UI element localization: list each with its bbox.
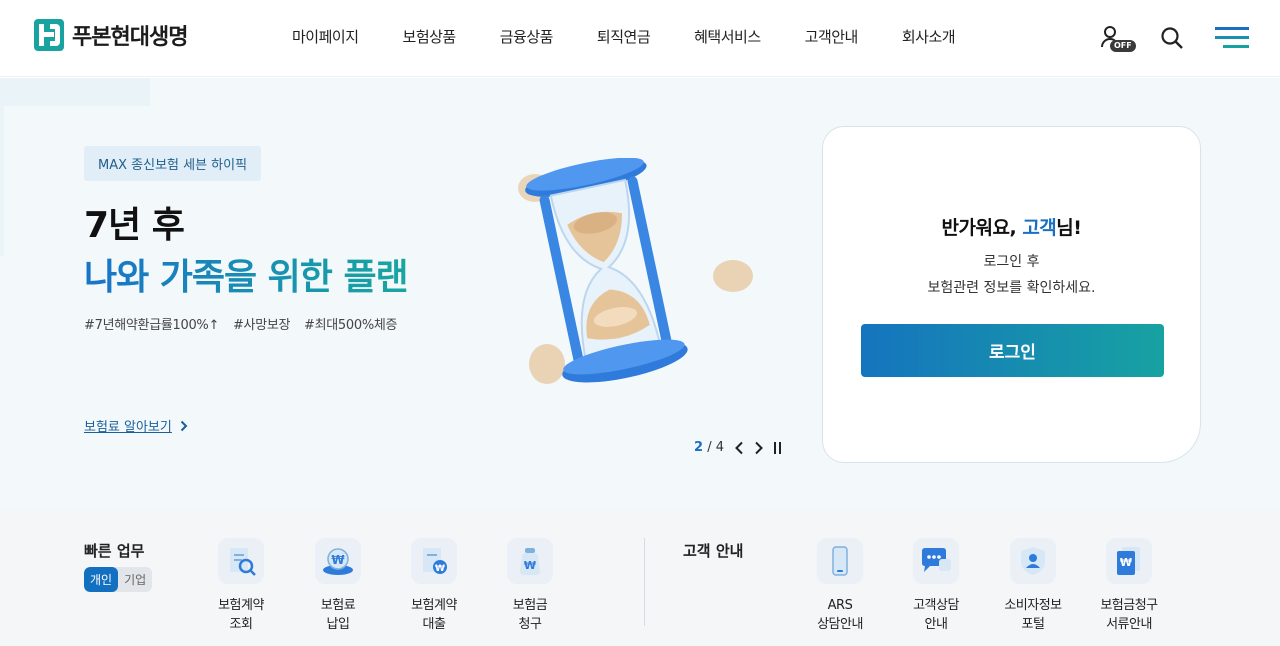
- hero-title-line2: 나와 가족을 위한 플랜: [84, 248, 409, 300]
- nav-insurance[interactable]: 보험상품: [381, 26, 478, 47]
- logo-icon: [34, 19, 64, 51]
- chevron-right-icon: [755, 441, 763, 454]
- user-button[interactable]: OFF: [1092, 20, 1136, 56]
- hashtag-list: #7년해약환급률100%↑ #사망보장 #최대500%체증: [84, 314, 407, 333]
- quick-item-label: 고객상담 안내: [913, 598, 959, 632]
- slide-pager: 2 / 4: [694, 440, 782, 455]
- toggle-personal[interactable]: 개인: [84, 567, 119, 592]
- pause-icon: [774, 441, 781, 454]
- quick-item-contract-inquiry[interactable]: 보험계약 조회: [196, 538, 286, 634]
- svg-text:₩: ₩: [1120, 556, 1132, 569]
- main-nav: 마이페이지 보험상품 금융상품 퇴직연금 혜택서비스 고객안내 회사소개: [270, 26, 977, 47]
- quick-item-counseling[interactable]: 고객상담 안내: [891, 538, 981, 634]
- hashtag: #7년해약환급률100%↑: [84, 318, 220, 333]
- utility-menu: OFF: [1092, 20, 1252, 56]
- search-button[interactable]: [1152, 20, 1192, 56]
- quick-item-label: 보험금 청구: [512, 598, 548, 632]
- search-icon: [1161, 27, 1183, 49]
- money-bag-icon: ₩: [507, 538, 553, 584]
- quick-item-contract-loan[interactable]: ₩ 보험계약 대출: [389, 538, 479, 634]
- nav-benefits[interactable]: 혜택서비스: [672, 26, 783, 47]
- won-coin-icon: ₩: [315, 538, 361, 584]
- nav-mypage[interactable]: 마이페이지: [270, 26, 381, 47]
- nav-company[interactable]: 회사소개: [880, 26, 977, 47]
- quick-menu-title: 빠른 업무: [84, 542, 145, 560]
- hashtag: #사망보장: [232, 318, 291, 333]
- header: 푸본현대생명 마이페이지 보험상품 금융상품 퇴직연금 혜택서비스 고객안내 회…: [0, 0, 1280, 77]
- section-divider: [644, 538, 645, 626]
- chevron-right-icon: [180, 420, 188, 431]
- menu-icon: [1215, 27, 1249, 48]
- chevron-left-icon: [735, 441, 743, 454]
- phone-icon: [817, 538, 863, 584]
- login-guide-text: 로그인 후 보험관련 정보를 확인하세요.: [823, 249, 1200, 301]
- customer-type-toggle: 개인 기업: [84, 567, 153, 592]
- shield-user-icon: [1010, 538, 1056, 584]
- next-slide-button[interactable]: [754, 441, 764, 455]
- hashtag: #최대500%체증: [304, 318, 398, 333]
- login-guide-line1: 로그인 후: [983, 254, 1040, 270]
- premium-check-link[interactable]: 보험료 알아보기: [84, 416, 188, 435]
- prev-slide-button[interactable]: [734, 441, 744, 455]
- hero-title-line1: 7년 후: [84, 205, 185, 246]
- menu-button[interactable]: [1212, 20, 1252, 56]
- hero-decoration: [0, 106, 4, 256]
- login-button[interactable]: 로그인: [861, 324, 1164, 377]
- customer-guide-title: 고객 안내: [683, 542, 744, 560]
- greeting-name: 고객: [1022, 217, 1057, 239]
- quick-item-label: ARS 상담안내: [817, 598, 863, 632]
- quick-item-claim-documents[interactable]: ₩ 보험금청구 서류안내: [1084, 538, 1174, 634]
- nav-finance[interactable]: 금융상품: [478, 26, 575, 47]
- svg-text:₩: ₩: [524, 559, 536, 572]
- brand-logo[interactable]: 푸본현대생명: [34, 19, 188, 51]
- brand-name: 푸본현대생명: [72, 25, 188, 50]
- quick-item-consumer-portal[interactable]: 소비자정보 포털: [988, 538, 1078, 634]
- quick-item-label: 보험료 납입: [320, 598, 356, 632]
- pager-total: 4: [715, 440, 724, 455]
- off-badge: OFF: [1110, 40, 1136, 52]
- pager-separator: /: [707, 440, 712, 455]
- quick-item-label: 소비자정보 포털: [1004, 598, 1062, 632]
- chat-bubble-icon: [913, 538, 959, 584]
- nav-pension[interactable]: 퇴직연금: [575, 26, 672, 47]
- pause-slide-button[interactable]: [774, 441, 782, 454]
- pager-current: 2: [694, 440, 704, 455]
- quick-item-label: 보험금청구 서류안내: [1100, 598, 1158, 632]
- svg-text:₩: ₩: [331, 553, 345, 567]
- document-search-icon: [218, 538, 264, 584]
- greeting-prefix: 반가워요,: [941, 217, 1023, 239]
- svg-text:₩: ₩: [435, 564, 445, 574]
- hourglass-illustration: [518, 158, 753, 384]
- quick-item-label: 보험계약 조회: [218, 598, 264, 632]
- loan-document-icon: ₩: [411, 538, 457, 584]
- product-tag: MAX 종신보험 세븐 하이픽: [84, 146, 262, 181]
- pager-count: 2 / 4: [694, 440, 724, 455]
- hero-decoration: [0, 78, 150, 106]
- login-guide-line2: 보험관련 정보를 확인하세요.: [927, 280, 1096, 296]
- login-card: 반가워요, 고객님! 로그인 후 보험관련 정보를 확인하세요. 로그인: [822, 126, 1201, 463]
- claim-document-icon: ₩: [1106, 538, 1152, 584]
- quick-item-ars[interactable]: ARS 상담안내: [795, 538, 885, 634]
- greeting-suffix: 님!: [1056, 217, 1082, 239]
- quick-item-label: 보험계약 대출: [411, 598, 457, 632]
- premium-check-label: 보험료 알아보기: [84, 420, 172, 435]
- quick-menu: 빠른 업무 개인 기업 보험계약 조회 ₩ 보험료 납입 ₩ 보험계약 대출 ₩…: [0, 510, 1280, 646]
- quick-item-premium-payment[interactable]: ₩ 보험료 납입: [293, 538, 383, 634]
- welcome-message: 반가워요, 고객님!: [823, 213, 1200, 240]
- nav-customer[interactable]: 고객안내: [783, 26, 880, 47]
- toggle-business[interactable]: 기업: [118, 567, 152, 592]
- quick-item-claim[interactable]: ₩ 보험금 청구: [485, 538, 575, 634]
